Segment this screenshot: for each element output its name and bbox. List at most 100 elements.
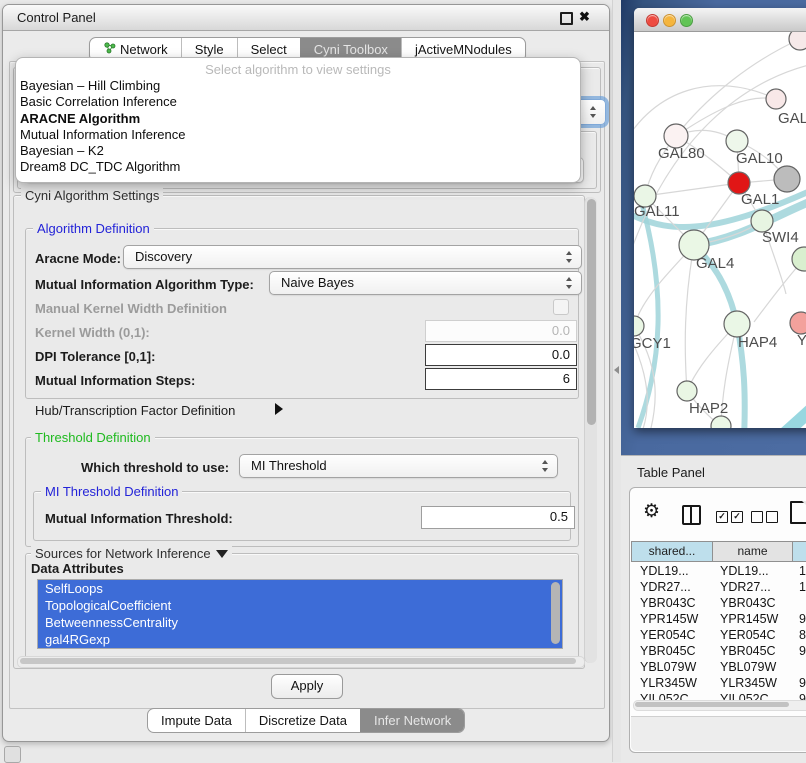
- table-row[interactable]: YBR045CYBR045C9.: [632, 643, 806, 659]
- mi-steps-field[interactable]: 6: [425, 368, 577, 390]
- table-cell[interactable]: YBL079W: [712, 659, 791, 675]
- tab-discretize-data[interactable]: Discretize Data: [245, 709, 360, 732]
- attribute-item[interactable]: SelfLoops: [38, 580, 562, 597]
- table-cell[interactable]: YDL19...: [632, 563, 712, 579]
- table-cell[interactable]: 12: [791, 579, 806, 595]
- network-node-gcy1[interactable]: [634, 316, 644, 336]
- algorithm-option[interactable]: Dream8 DC_TDC Algorithm: [16, 159, 580, 175]
- table-cell[interactable]: YPR145W: [632, 611, 712, 627]
- close-traffic-light-icon[interactable]: [646, 14, 659, 27]
- zoom-traffic-light-icon[interactable]: [680, 14, 693, 27]
- float-window-icon[interactable]: [560, 12, 573, 25]
- minimized-panel-icon[interactable]: [4, 746, 21, 763]
- algorithm-option[interactable]: ARACNE Algorithm: [16, 111, 580, 127]
- table-cell[interactable]: YBR043C: [632, 595, 712, 611]
- table-cell[interactable]: YBR045C: [712, 643, 791, 659]
- sources-group-title[interactable]: Sources for Network Inference: [31, 546, 232, 561]
- checkbox-checked-icon[interactable]: ✓: [716, 511, 728, 523]
- document-icon[interactable]: [790, 501, 806, 524]
- which-threshold-combobox[interactable]: MI Threshold: [239, 454, 558, 478]
- divider-collapse-icon[interactable]: [614, 366, 619, 374]
- close-icon[interactable]: ✖: [579, 9, 590, 25]
- table-row[interactable]: YBL079WYBL079W: [632, 659, 806, 675]
- manual-kernel-label: Manual Kernel Width Definition: [35, 301, 227, 316]
- table-cell[interactable]: YDR27...: [712, 579, 791, 595]
- table-cell[interactable]: 8.: [791, 627, 806, 643]
- table-row[interactable]: YDR27...YDR27...12: [632, 579, 806, 595]
- network-node-gal10[interactable]: [726, 130, 748, 152]
- mi-type-combobox[interactable]: Naive Bayes: [269, 271, 582, 295]
- table-cell[interactable]: YBL079W: [632, 659, 712, 675]
- scrollbar-thumb[interactable]: [587, 199, 596, 425]
- algorithm-option-list: Bayesian – Hill ClimbingBasic Correlatio…: [16, 78, 580, 176]
- hub-definition-expander[interactable]: Hub/Transcription Factor Definition: [35, 403, 235, 418]
- network-node[interactable]: [711, 416, 731, 428]
- settings-vertical-scrollbar[interactable]: [584, 197, 597, 663]
- table-cell[interactable]: YBR043C: [712, 595, 791, 611]
- table-horizontal-scrollbar[interactable]: [633, 700, 806, 711]
- table-cell[interactable]: YDR27...: [632, 579, 712, 595]
- network-node-hap2[interactable]: [677, 381, 697, 401]
- attribute-item[interactable]: gal4RGexp: [38, 631, 562, 648]
- table-row[interactable]: YER054CYER054C8.: [632, 627, 806, 643]
- table-cell[interactable]: YDL19...: [712, 563, 791, 579]
- table-row[interactable]: YBR043CYBR043C: [632, 595, 806, 611]
- attribute-item[interactable]: TopologicalCoefficient: [38, 597, 562, 614]
- network-node-gal[interactable]: [766, 89, 786, 109]
- scrollbar-thumb[interactable]: [20, 658, 576, 664]
- table-cell[interactable]: YBR045C: [632, 643, 712, 659]
- tab-infer-network[interactable]: Infer Network: [360, 709, 464, 732]
- table-cell[interactable]: [791, 595, 806, 611]
- algorithm-option[interactable]: Bayesian – Hill Climbing: [16, 78, 580, 94]
- network-edge[interactable]: [766, 384, 806, 428]
- table-row[interactable]: YLR345WYLR345W9.: [632, 675, 806, 691]
- table-cell[interactable]: YER054C: [712, 627, 791, 643]
- settings-horizontal-scrollbar[interactable]: [17, 656, 585, 668]
- table-cell[interactable]: [791, 659, 806, 675]
- minimize-traffic-light-icon[interactable]: [663, 14, 676, 27]
- tab-impute-data[interactable]: Impute Data: [148, 709, 245, 732]
- mi-threshold-field[interactable]: 0.5: [421, 506, 575, 529]
- table-cell[interactable]: 13: [791, 563, 806, 579]
- table-cell[interactable]: 9.: [791, 675, 806, 691]
- checkbox-unchecked-icon[interactable]: [766, 511, 778, 523]
- table-cell[interactable]: 9.: [791, 643, 806, 659]
- table-cell[interactable]: YLR345W: [712, 675, 791, 691]
- network-node[interactable]: [774, 166, 800, 192]
- algorithm-option[interactable]: Basic Correlation Inference: [16, 94, 580, 110]
- network-edge[interactable]: [634, 86, 776, 144]
- table-row[interactable]: YPR145WYPR145W9.: [632, 611, 806, 627]
- node-label: GAL10: [736, 150, 783, 167]
- network-node[interactable]: [789, 32, 806, 50]
- table-cell[interactable]: YPR145W: [712, 611, 791, 627]
- column-header-shared-[interactable]: shared...: [631, 541, 713, 562]
- checkbox-checked-icon[interactable]: ✓: [731, 511, 743, 523]
- network-node-y[interactable]: [790, 312, 806, 334]
- table-cell[interactable]: YLR345W: [632, 675, 712, 691]
- table-cell[interactable]: 9.: [791, 611, 806, 627]
- aracne-mode-combobox[interactable]: Discovery: [123, 245, 582, 269]
- dropdown-placeholder: Select algorithm to view settings: [16, 61, 580, 78]
- expander-arrow-icon[interactable]: [275, 403, 283, 415]
- algorithm-option[interactable]: Bayesian – K2: [16, 143, 580, 159]
- network-node[interactable]: [792, 247, 806, 271]
- network-edge[interactable]: [676, 98, 776, 136]
- network-edge[interactable]: [685, 245, 694, 391]
- scrollbar-thumb[interactable]: [635, 702, 789, 707]
- table-cell[interactable]: YER054C: [632, 627, 712, 643]
- checkbox-unchecked-icon[interactable]: [751, 511, 763, 523]
- gear-icon[interactable]: ⚙: [643, 500, 660, 523]
- list-scrollbar-thumb[interactable]: [551, 582, 560, 644]
- algorithm-option[interactable]: Mutual Information Inference: [16, 127, 580, 143]
- dpi-tolerance-field[interactable]: 0.0: [425, 344, 577, 366]
- column-header-a[interactable]: A: [792, 541, 806, 562]
- columns-icon[interactable]: [682, 505, 701, 525]
- network-canvas[interactable]: GALGAL80GAL10GAL1GAL11SWI4GAL4GCY1HAP4YH…: [634, 32, 806, 428]
- desktop-area: GALGAL80GAL10GAL1GAL11SWI4GAL4GCY1HAP4YH…: [621, 0, 806, 762]
- kernel-width-field[interactable]: 0.0: [425, 320, 577, 342]
- table-row[interactable]: YDL19...YDL19...13: [632, 563, 806, 579]
- manual-kernel-checkbox[interactable]: [553, 299, 569, 315]
- attribute-item[interactable]: BetweennessCentrality: [38, 614, 562, 631]
- apply-button[interactable]: Apply: [271, 674, 343, 699]
- column-header-name[interactable]: name: [712, 541, 793, 562]
